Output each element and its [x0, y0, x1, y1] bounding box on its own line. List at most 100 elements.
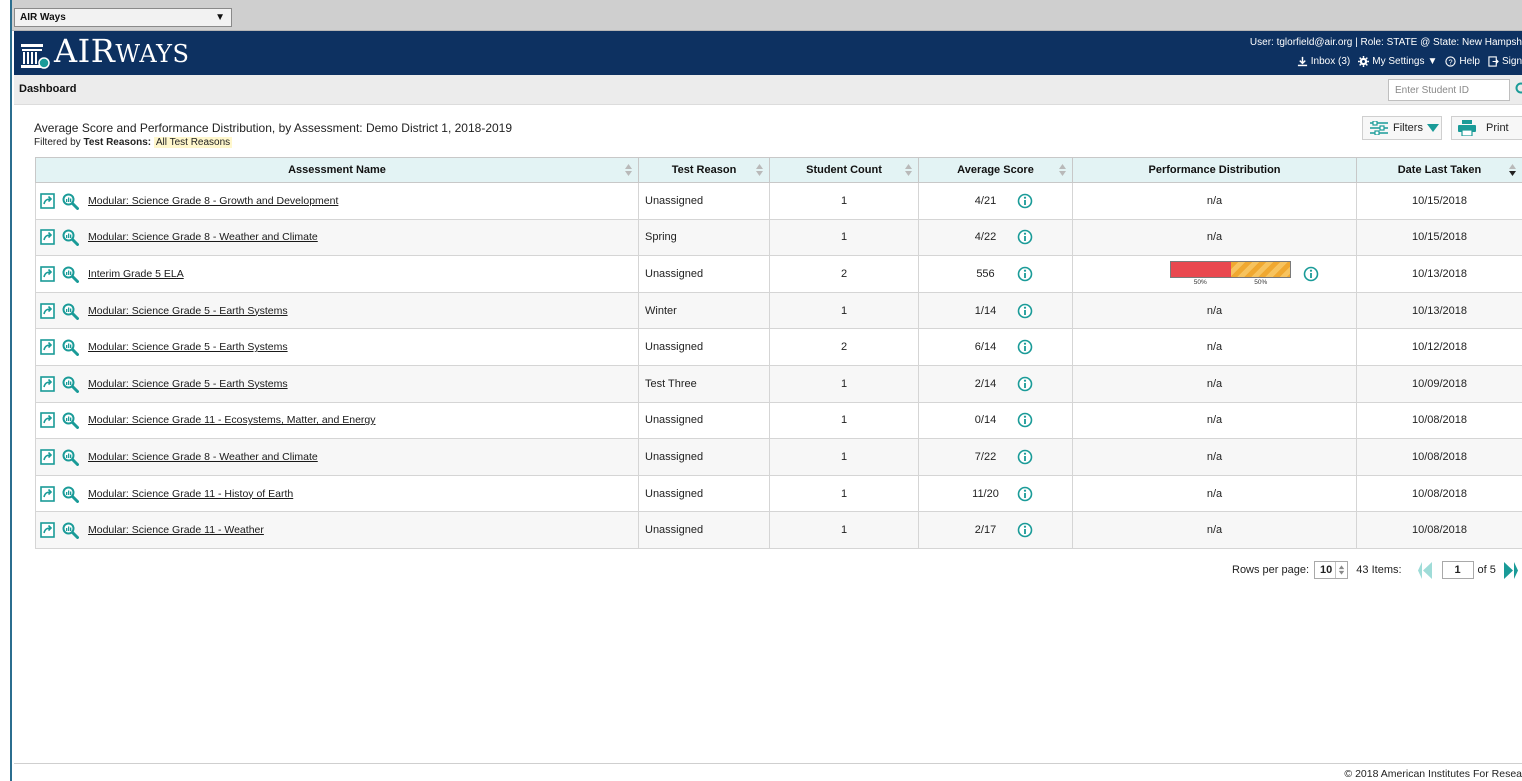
average-score-value: 2/17	[974, 524, 997, 537]
help-link[interactable]: ? Help	[1445, 56, 1480, 67]
print-button[interactable]: Print	[1451, 116, 1522, 140]
cell-average-score: 11/20	[918, 474, 1073, 513]
report-export-icon[interactable]	[40, 229, 56, 246]
magnify-chart-icon[interactable]	[61, 411, 79, 430]
cell-date-last-taken: 10/08/2018	[1356, 511, 1522, 549]
report-export-icon[interactable]	[40, 339, 56, 355]
info-icon[interactable]	[1017, 229, 1033, 245]
assessment-link[interactable]: Modular: Science Grade 11 - Weather	[88, 524, 264, 536]
report-export-icon[interactable]	[40, 192, 56, 209]
sort-icon	[1059, 164, 1066, 176]
magnify-chart-icon[interactable]	[61, 375, 79, 393]
rows-per-page-label: Rows per page:	[1232, 564, 1310, 576]
logo-small: WAYS	[115, 40, 190, 68]
page-title: Dashboard	[19, 83, 77, 95]
rows-per-page-stepper[interactable]: 10	[1314, 561, 1349, 579]
search-icon[interactable]	[1514, 81, 1522, 97]
airways-logo[interactable]: AIRWAYS	[20, 35, 190, 69]
report-export-icon[interactable]	[40, 302, 56, 319]
info-icon[interactable]	[1017, 339, 1033, 355]
info-icon[interactable]	[1017, 412, 1033, 428]
col-label: Performance Distribution	[1148, 164, 1281, 176]
assessment-link[interactable]: Modular: Science Grade 5 - Earth Systems	[88, 378, 288, 390]
student-id-input[interactable]	[1388, 79, 1510, 101]
report-export-icon[interactable]	[40, 375, 56, 392]
cell-performance-distribution: 50% 50%	[1072, 255, 1357, 293]
info-icon[interactable]	[1017, 376, 1033, 392]
col-label: Date Last Taken	[1397, 164, 1482, 176]
app-switcher-select[interactable]: AIR Ways ▼	[14, 8, 232, 27]
average-score-value: 556	[976, 267, 995, 280]
assessment-link[interactable]: Modular: Science Grade 5 - Earth Systems	[88, 305, 288, 317]
spinner-arrows-icon[interactable]	[1335, 562, 1347, 578]
report-export-icon[interactable]	[40, 485, 56, 502]
col-assessment-name[interactable]: Assessment Name	[35, 157, 639, 183]
assessment-link[interactable]: Modular: Science Grade 8 - Growth and De…	[88, 195, 338, 207]
pagination: Rows per page: 10 43 Items: 1 of 5	[1232, 559, 1518, 581]
filter-sliders-icon	[1370, 121, 1388, 135]
table-row: Modular: Science Grade 8 - Growth and De…	[35, 182, 1522, 220]
col-student-count[interactable]: Student Count	[769, 157, 919, 183]
caret-down-icon: ▼	[215, 12, 225, 23]
my-settings-menu[interactable]: My Settings ▼	[1358, 56, 1437, 67]
cell-date-last-taken: 10/15/2018	[1356, 182, 1522, 220]
average-score-value: 1/14	[974, 304, 997, 317]
magnify-chart-icon[interactable]	[61, 302, 79, 320]
filter-name: Test Reasons:	[83, 137, 152, 148]
print-label: Print	[1486, 122, 1509, 134]
report-export-icon[interactable]	[40, 449, 56, 465]
caret-down-icon	[1426, 124, 1439, 132]
cell-assessment-name: Modular: Science Grade 5 - Earth Systems	[35, 328, 639, 366]
perf-segment[interactable]	[1171, 262, 1231, 278]
svg-text:?: ?	[1449, 57, 1453, 66]
assessment-link[interactable]: Modular: Science Grade 11 - Histoy of Ea…	[88, 488, 293, 500]
magnify-chart-icon[interactable]	[61, 338, 79, 357]
cell-test-reason: Unassigned	[638, 255, 770, 293]
magnify-chart-icon[interactable]	[61, 192, 79, 210]
assessment-link[interactable]: Interim Grade 5 ELA	[88, 268, 184, 280]
info-icon[interactable]	[1017, 449, 1033, 465]
magnify-chart-icon[interactable]	[61, 228, 79, 247]
info-icon[interactable]	[1303, 266, 1319, 282]
assessment-link[interactable]: Modular: Science Grade 8 - Weather and C…	[88, 231, 318, 243]
info-icon[interactable]	[1017, 303, 1033, 319]
inbox-link[interactable]: Inbox (3)	[1297, 56, 1350, 67]
info-icon[interactable]	[1017, 266, 1033, 282]
magnify-chart-icon[interactable]	[61, 265, 79, 283]
table-row: Modular: Science Grade 11 - Histoy of Ea…	[35, 474, 1522, 513]
performance-value: n/a	[1206, 341, 1223, 354]
assessment-link[interactable]: Modular: Science Grade 5 - Earth Systems	[88, 341, 288, 353]
col-average-score[interactable]: Average Score	[918, 157, 1073, 183]
signout-link[interactable]: Sign	[1488, 56, 1522, 67]
prev-page-icon[interactable]	[1417, 561, 1432, 579]
page-number-input[interactable]: 1	[1441, 561, 1474, 579]
magnify-chart-icon[interactable]	[61, 521, 79, 540]
assessment-link[interactable]: Modular: Science Grade 11 - Ecosystems, …	[88, 414, 376, 426]
filters-button[interactable]: Filters	[1362, 116, 1442, 140]
report-export-icon[interactable]	[40, 412, 56, 429]
info-icon[interactable]	[1017, 193, 1033, 209]
cell-student-count: 1	[769, 438, 919, 476]
cell-student-count: 1	[769, 291, 919, 330]
col-date-last-taken[interactable]: Date Last Taken	[1356, 157, 1522, 183]
cell-student-count: 1	[769, 511, 919, 549]
average-score-value: 11/20	[972, 487, 999, 500]
magnify-chart-icon[interactable]	[61, 485, 79, 503]
performance-value: n/a	[1206, 450, 1223, 463]
perf-segment[interactable]	[1230, 262, 1290, 278]
col-test-reason[interactable]: Test Reason	[638, 157, 770, 183]
magnify-chart-icon[interactable]	[61, 448, 79, 466]
cell-average-score: 2/17	[918, 511, 1073, 549]
performance-value: n/a	[1206, 231, 1223, 244]
info-icon[interactable]	[1017, 522, 1033, 538]
assessment-link[interactable]: Modular: Science Grade 8 - Weather and C…	[88, 451, 318, 463]
report-export-icon[interactable]	[40, 522, 56, 538]
gear-icon	[1358, 56, 1370, 67]
help-label: Help	[1459, 56, 1480, 67]
performance-bar[interactable]	[1170, 261, 1291, 279]
info-icon[interactable]	[1017, 486, 1033, 502]
next-page-icon[interactable]	[1503, 561, 1518, 579]
report-export-icon[interactable]	[40, 266, 56, 282]
cell-test-reason: Unassigned	[638, 182, 770, 220]
help-icon: ?	[1445, 56, 1457, 67]
